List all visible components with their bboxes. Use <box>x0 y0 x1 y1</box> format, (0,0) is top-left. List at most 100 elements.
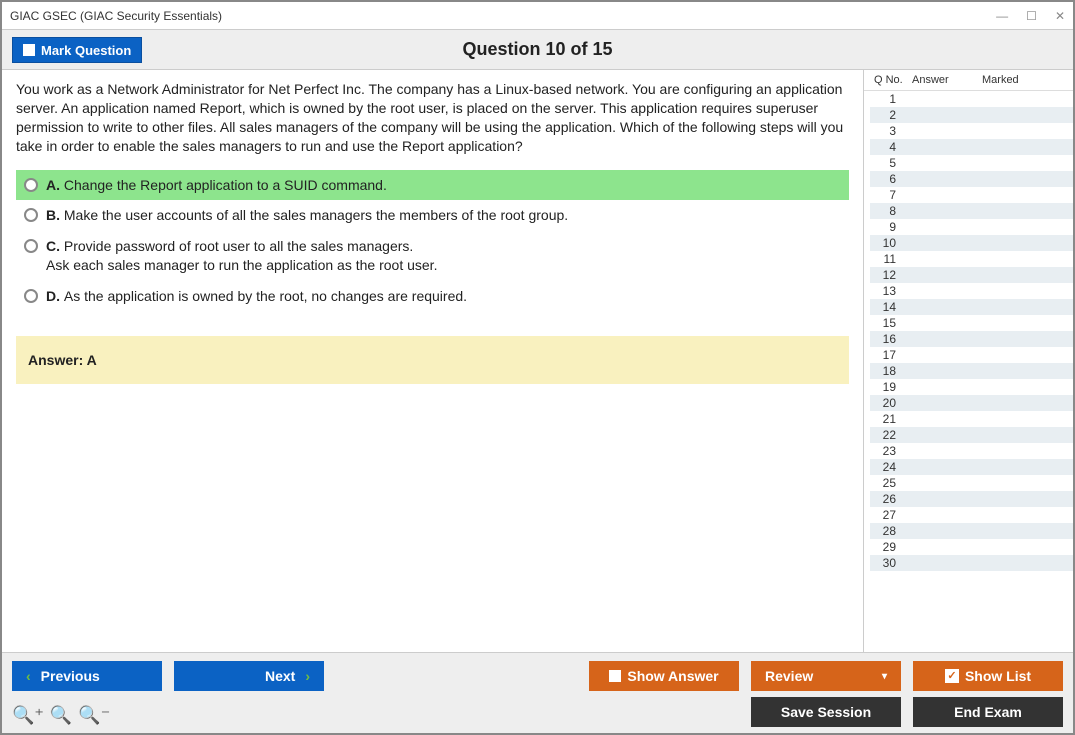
qlist-row[interactable]: 20 <box>870 395 1073 411</box>
end-exam-button[interactable]: End Exam <box>913 697 1063 727</box>
qlist-number: 26 <box>870 492 900 506</box>
qlist-number: 20 <box>870 396 900 410</box>
qlist-row[interactable]: 4 <box>870 139 1073 155</box>
qlist-row[interactable]: 6 <box>870 171 1073 187</box>
options-list: A. Change the Report application to a SU… <box>16 170 849 312</box>
option-C[interactable]: C. Provide password of root user to all … <box>16 231 849 281</box>
footer-row-2: 🔍⁺ 🔍 🔍⁻ Save Session End Exam <box>12 697 1063 727</box>
chevron-right-icon: › <box>305 668 310 684</box>
qlist-row[interactable]: 8 <box>870 203 1073 219</box>
zoom-out-icon[interactable]: 🔍⁻ <box>78 705 110 726</box>
qlist-number: 16 <box>870 332 900 346</box>
qlist-row[interactable]: 21 <box>870 411 1073 427</box>
qlist-row[interactable]: 7 <box>870 187 1073 203</box>
qlist-number: 22 <box>870 428 900 442</box>
option-D[interactable]: D. As the application is owned by the ro… <box>16 281 849 312</box>
qlist-row[interactable]: 22 <box>870 427 1073 443</box>
zoom-in-icon[interactable]: 🔍⁺ <box>12 705 44 726</box>
show-answer-label: Show Answer <box>627 668 718 684</box>
qlist-number: 9 <box>870 220 900 234</box>
end-exam-label: End Exam <box>954 704 1022 720</box>
qlist-number: 5 <box>870 156 900 170</box>
chevron-down-icon: ▾ <box>882 671 887 682</box>
option-B[interactable]: B. Make the user accounts of all the sal… <box>16 200 849 231</box>
next-label: Next <box>265 668 295 684</box>
question-list-panel: Q No. Answer Marked 12345678910111213141… <box>863 70 1073 652</box>
mark-question-label: Mark Question <box>41 43 131 58</box>
qlist-number: 13 <box>870 284 900 298</box>
window-title: GIAC GSEC (GIAC Security Essentials) <box>10 9 222 23</box>
qlist-number: 17 <box>870 348 900 362</box>
qlist-number: 12 <box>870 268 900 282</box>
qlist-row[interactable]: 10 <box>870 235 1073 251</box>
radio-icon[interactable] <box>24 178 38 192</box>
col-marked: Marked <box>982 74 1067 86</box>
close-icon[interactable]: ✕ <box>1055 9 1065 23</box>
qlist-row[interactable]: 9 <box>870 219 1073 235</box>
footer-row-1: ‹ Previous Next › Show Answer Review ▾ ✓… <box>12 661 1063 691</box>
qlist-number: 15 <box>870 316 900 330</box>
previous-button[interactable]: ‹ Previous <box>12 661 162 691</box>
qlist-row[interactable]: 17 <box>870 347 1073 363</box>
qlist-row[interactable]: 18 <box>870 363 1073 379</box>
qlist-row[interactable]: 5 <box>870 155 1073 171</box>
qlist-row[interactable]: 14 <box>870 299 1073 315</box>
qlist-number: 4 <box>870 140 900 154</box>
qlist-number: 1 <box>870 92 900 106</box>
zoom-reset-icon[interactable]: 🔍 <box>50 705 72 726</box>
qlist-number: 14 <box>870 300 900 314</box>
review-button[interactable]: Review ▾ <box>751 661 901 691</box>
titlebar: GIAC GSEC (GIAC Security Essentials) — ☐… <box>2 2 1073 30</box>
header-bar: Mark Question Question 10 of 15 <box>2 30 1073 70</box>
qlist-row[interactable]: 27 <box>870 507 1073 523</box>
chevron-left-icon: ‹ <box>26 668 31 684</box>
qlist-row[interactable]: 23 <box>870 443 1073 459</box>
checkbox-icon <box>23 44 35 56</box>
window-controls: — ☐ ✕ <box>996 9 1065 23</box>
qlist-number: 25 <box>870 476 900 490</box>
maximize-icon[interactable]: ☐ <box>1026 9 1037 23</box>
qlist-row[interactable]: 29 <box>870 539 1073 555</box>
review-label: Review <box>765 668 813 684</box>
option-text: D. As the application is owned by the ro… <box>46 287 467 306</box>
qlist-number: 11 <box>870 252 900 266</box>
checkbox-icon <box>609 670 621 682</box>
qlist-number: 19 <box>870 380 900 394</box>
show-list-label: Show List <box>965 668 1031 684</box>
qlist-row[interactable]: 3 <box>870 123 1073 139</box>
minimize-icon[interactable]: — <box>996 9 1008 23</box>
qlist-row[interactable]: 26 <box>870 491 1073 507</box>
qlist-row[interactable]: 13 <box>870 283 1073 299</box>
next-button[interactable]: Next › <box>174 661 324 691</box>
checkmark-icon: ✓ <box>945 669 959 683</box>
qlist-number: 2 <box>870 108 900 122</box>
save-session-button[interactable]: Save Session <box>751 697 901 727</box>
qlist-number: 24 <box>870 460 900 474</box>
qlist-row[interactable]: 16 <box>870 331 1073 347</box>
qlist-row[interactable]: 19 <box>870 379 1073 395</box>
show-list-button[interactable]: ✓ Show List <box>913 661 1063 691</box>
qlist-row[interactable]: 12 <box>870 267 1073 283</box>
radio-icon[interactable] <box>24 289 38 303</box>
qlist-row[interactable]: 15 <box>870 315 1073 331</box>
qlist-row[interactable]: 25 <box>870 475 1073 491</box>
mark-question-button[interactable]: Mark Question <box>12 37 142 63</box>
qlist-row[interactable]: 2 <box>870 107 1073 123</box>
qlist-number: 29 <box>870 540 900 554</box>
qlist-row[interactable]: 24 <box>870 459 1073 475</box>
radio-icon[interactable] <box>24 239 38 253</box>
col-answer: Answer <box>912 74 982 86</box>
show-answer-button[interactable]: Show Answer <box>589 661 739 691</box>
qlist-row[interactable]: 1 <box>870 91 1073 107</box>
qlist-number: 21 <box>870 412 900 426</box>
question-list[interactable]: 1234567891011121314151617181920212223242… <box>864 91 1073 652</box>
question-panel: You work as a Network Administrator for … <box>2 70 863 652</box>
col-qno: Q No. <box>874 74 912 86</box>
radio-icon[interactable] <box>24 208 38 222</box>
option-A[interactable]: A. Change the Report application to a SU… <box>16 170 849 201</box>
qlist-row[interactable]: 28 <box>870 523 1073 539</box>
qlist-row[interactable]: 30 <box>870 555 1073 571</box>
zoom-controls: 🔍⁺ 🔍 🔍⁻ <box>12 705 110 726</box>
qlist-row[interactable]: 11 <box>870 251 1073 267</box>
question-text: You work as a Network Administrator for … <box>16 80 849 156</box>
